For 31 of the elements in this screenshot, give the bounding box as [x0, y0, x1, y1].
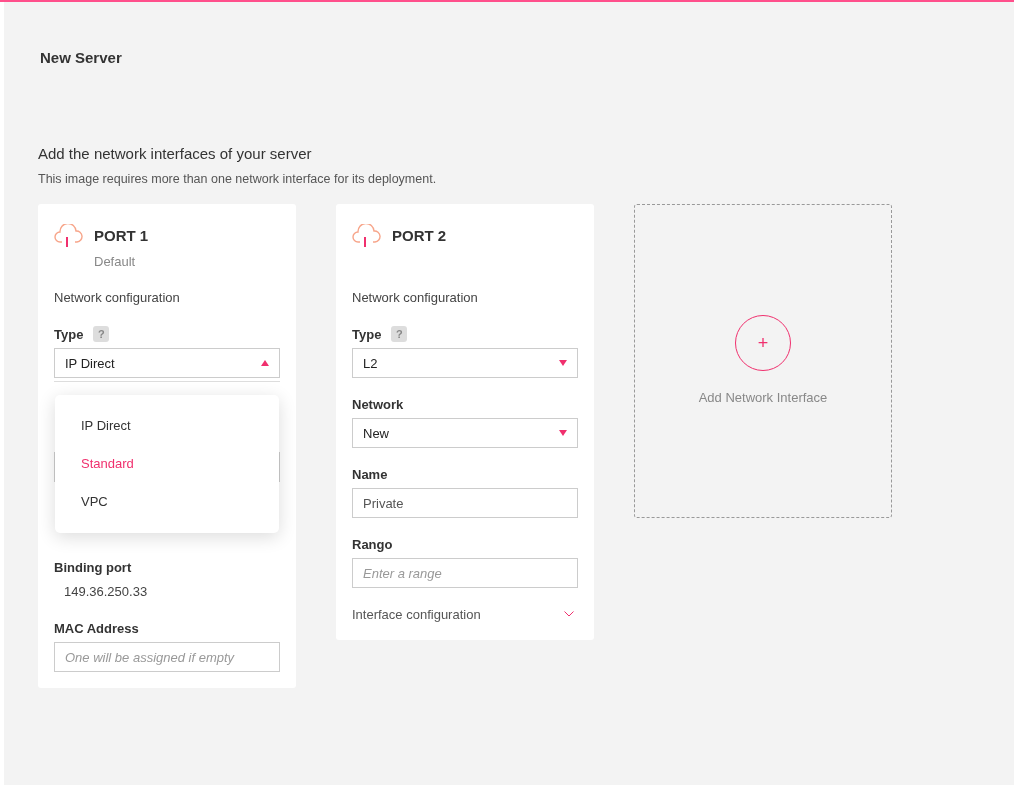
port-title: PORT 1 — [94, 226, 149, 246]
section-description: This image requires more than one network interface for its deployment. — [38, 171, 437, 188]
port-subtitle: Default — [94, 253, 136, 271]
cloud-upload-icon — [54, 224, 84, 248]
menu-item[interactable]: IP Direct — [55, 407, 279, 445]
page-title: New Server — [40, 48, 122, 68]
add-label: Add Network Interface — [698, 389, 828, 407]
menu-item[interactable]: Standard — [55, 445, 279, 483]
field-label: Rango — [352, 536, 393, 552]
dropdown[interactable]: New — [352, 418, 578, 448]
caret-down-icon — [559, 360, 567, 366]
field-label: Type — [352, 326, 382, 342]
field-label: Binding port — [54, 560, 132, 575]
menu-item[interactable]: VPC — [55, 483, 279, 521]
caret-up-icon — [261, 360, 269, 366]
dropdown[interactable]: L2 — [352, 348, 578, 378]
caret-down-icon — [559, 430, 567, 436]
section-label: Network configuration — [54, 289, 180, 307]
field-label: Name — [352, 466, 388, 482]
section-toggle[interactable]: Interface configuration — [352, 606, 481, 622]
port-title: PORT 2 — [392, 226, 447, 246]
section-heading: Add the network interfaces of your server — [38, 144, 312, 164]
add-interface-card[interactable]: + Add Network Interface — [634, 204, 892, 518]
cloud-upload-icon — [352, 224, 382, 248]
input-field[interactable]: Private — [352, 488, 578, 518]
field-label: Network — [352, 396, 404, 412]
field-label: MAC Address — [54, 620, 139, 636]
section-label: Network configuration — [352, 289, 478, 307]
dropdown[interactable]: IP Direct — [54, 348, 280, 378]
field-value: 149.36.250.33 — [63, 583, 148, 601]
field-label: Type — [54, 326, 84, 342]
